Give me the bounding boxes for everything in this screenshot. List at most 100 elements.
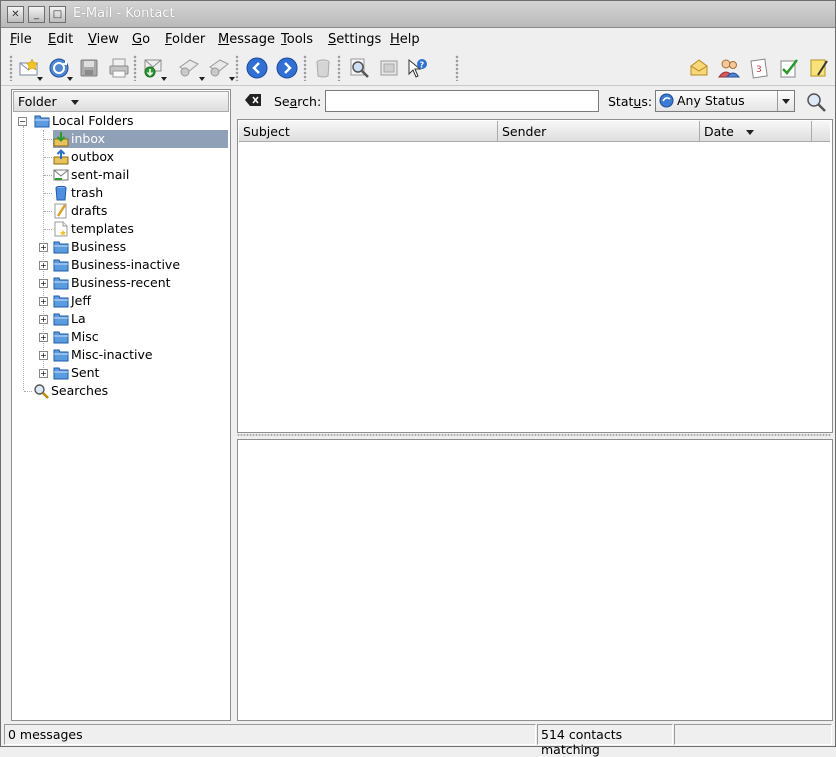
toolbar-grip[interactable] bbox=[9, 55, 13, 81]
watch-icon[interactable] bbox=[377, 56, 401, 80]
expand-icon[interactable]: + bbox=[39, 243, 48, 252]
minimize-window-icon[interactable]: _ bbox=[28, 6, 45, 23]
forward-dropdown-icon[interactable] bbox=[199, 77, 205, 81]
svg-text:3: 3 bbox=[756, 65, 762, 75]
folder-column-header[interactable]: Folder bbox=[13, 91, 229, 112]
check-mail-dropdown-icon[interactable] bbox=[67, 77, 73, 81]
toolbar-grip[interactable] bbox=[235, 55, 239, 81]
expand-icon[interactable]: + bbox=[39, 369, 48, 378]
tree-item-label: templates bbox=[71, 221, 134, 236]
tree-item-label: La bbox=[71, 311, 86, 326]
toolbar-grip[interactable] bbox=[133, 55, 137, 81]
collapse-icon[interactable]: − bbox=[18, 117, 27, 126]
expand-icon[interactable]: + bbox=[39, 351, 48, 360]
tree-item-sent[interactable]: Sent bbox=[53, 364, 213, 382]
print-icon[interactable] bbox=[107, 56, 131, 80]
tree-line bbox=[44, 157, 52, 158]
status-label: Status: bbox=[608, 94, 653, 109]
menu-edit[interactable]: Edit bbox=[48, 32, 73, 47]
back-icon[interactable] bbox=[245, 56, 269, 80]
search-options-icon[interactable] bbox=[805, 91, 827, 116]
horizontal-splitter[interactable] bbox=[237, 433, 831, 437]
message-preview-pane[interactable] bbox=[237, 439, 833, 721]
tree-item-searches[interactable]: Searches bbox=[33, 382, 173, 400]
expand-icon[interactable]: + bbox=[39, 333, 48, 342]
folder-icon bbox=[53, 347, 69, 363]
tree-item-sent-mail[interactable]: sent-mail bbox=[53, 166, 213, 184]
menu-help[interactable]: Help bbox=[390, 32, 420, 47]
tree-item-drafts[interactable]: drafts bbox=[53, 202, 213, 220]
tree-item-misc[interactable]: Misc bbox=[53, 328, 213, 346]
menu-view[interactable]: View bbox=[88, 32, 119, 47]
date-label: Date bbox=[704, 124, 734, 139]
notes-component-icon[interactable] bbox=[807, 56, 831, 80]
title-bar[interactable]: ✕ _ □ E-Mail - Kontact bbox=[1, 1, 835, 28]
toolbar-grip[interactable] bbox=[455, 55, 459, 81]
forward-icon[interactable] bbox=[177, 56, 201, 80]
toolbar-grip[interactable] bbox=[303, 55, 307, 81]
clear-search-icon[interactable] bbox=[245, 94, 261, 109]
tree-item-label: outbox bbox=[71, 149, 115, 164]
tree-item-misc-inactive[interactable]: Misc-inactive bbox=[53, 346, 213, 364]
drafts-icon bbox=[53, 203, 69, 219]
save-icon[interactable] bbox=[77, 56, 101, 80]
calendar-component-icon[interactable]: 3 bbox=[747, 56, 771, 80]
chevron-down-icon[interactable] bbox=[777, 91, 794, 111]
tree-item-label: drafts bbox=[71, 203, 108, 218]
folder-icon bbox=[53, 239, 69, 255]
message-list[interactable]: Subject Sender Date bbox=[237, 119, 833, 433]
forward-alt-icon[interactable] bbox=[207, 56, 231, 80]
svg-text:?: ? bbox=[420, 61, 425, 70]
maximize-window-icon[interactable]: □ bbox=[49, 6, 66, 23]
column-header-sender[interactable]: Sender bbox=[498, 121, 700, 142]
tree-item-local-folders[interactable]: − Local Folders bbox=[18, 112, 218, 130]
folder-tree[interactable]: Folder − Local Folders inbox outbox sent-mai… bbox=[11, 89, 231, 721]
contacts-component-icon[interactable] bbox=[717, 56, 741, 80]
whats-this-icon[interactable]: ? bbox=[405, 56, 429, 80]
inbox-icon bbox=[53, 131, 69, 147]
tree-item-label: Jeff bbox=[71, 293, 91, 308]
find-icon[interactable] bbox=[347, 56, 371, 80]
tree-line bbox=[44, 139, 52, 140]
menu-message[interactable]: Message bbox=[218, 32, 275, 47]
tree-item-outbox[interactable]: outbox bbox=[53, 148, 213, 166]
menu-go[interactable]: Go bbox=[132, 32, 150, 47]
toolbar-grip[interactable] bbox=[337, 55, 341, 81]
tree-item-business-recent[interactable]: Business-recent bbox=[53, 274, 213, 292]
menu-tools[interactable]: Tools bbox=[281, 32, 313, 47]
menu-file[interactable]: File bbox=[10, 32, 32, 47]
reply-dropdown-icon[interactable] bbox=[161, 77, 167, 81]
tree-item-jeff[interactable]: Jeff bbox=[53, 292, 213, 310]
menu-settings[interactable]: Settings bbox=[328, 32, 381, 47]
new-message-dropdown-icon[interactable] bbox=[37, 77, 43, 81]
expand-icon[interactable]: + bbox=[39, 315, 48, 324]
tree-item-la[interactable]: La bbox=[53, 310, 213, 328]
tree-item-label: Misc bbox=[71, 329, 99, 344]
folder-icon bbox=[53, 311, 69, 327]
forward-nav-icon[interactable] bbox=[275, 56, 299, 80]
tree-item-trash[interactable]: trash bbox=[53, 184, 213, 202]
tree-item-templates[interactable]: templates bbox=[53, 220, 213, 238]
column-header-subject[interactable]: Subject bbox=[239, 121, 498, 142]
subject-label: Subject bbox=[243, 124, 290, 139]
column-header-date[interactable]: Date bbox=[700, 121, 812, 142]
tree-line bbox=[44, 193, 52, 194]
tree-line bbox=[44, 211, 52, 212]
todo-component-icon[interactable] bbox=[777, 56, 801, 80]
expand-icon[interactable]: + bbox=[39, 261, 48, 270]
tree-item-business-inactive[interactable]: Business-inactive bbox=[53, 256, 213, 274]
tree-item-inbox[interactable]: inbox bbox=[53, 130, 228, 148]
tree-item-business[interactable]: Business bbox=[53, 238, 213, 256]
menu-folder[interactable]: Folder bbox=[165, 32, 205, 47]
trash-icon[interactable] bbox=[311, 56, 335, 80]
mail-component-icon[interactable] bbox=[687, 56, 711, 80]
close-window-icon[interactable]: ✕ bbox=[7, 6, 24, 23]
tree-item-label: Business-recent bbox=[71, 275, 171, 290]
expand-icon[interactable]: + bbox=[39, 279, 48, 288]
expand-icon[interactable]: + bbox=[39, 297, 48, 306]
status-dropdown[interactable]: Any Status bbox=[655, 90, 795, 112]
status-dropdown-value: Any Status bbox=[677, 93, 745, 108]
folder-icon bbox=[53, 257, 69, 273]
search-input[interactable] bbox=[325, 90, 599, 112]
vertical-splitter[interactable] bbox=[231, 89, 235, 719]
